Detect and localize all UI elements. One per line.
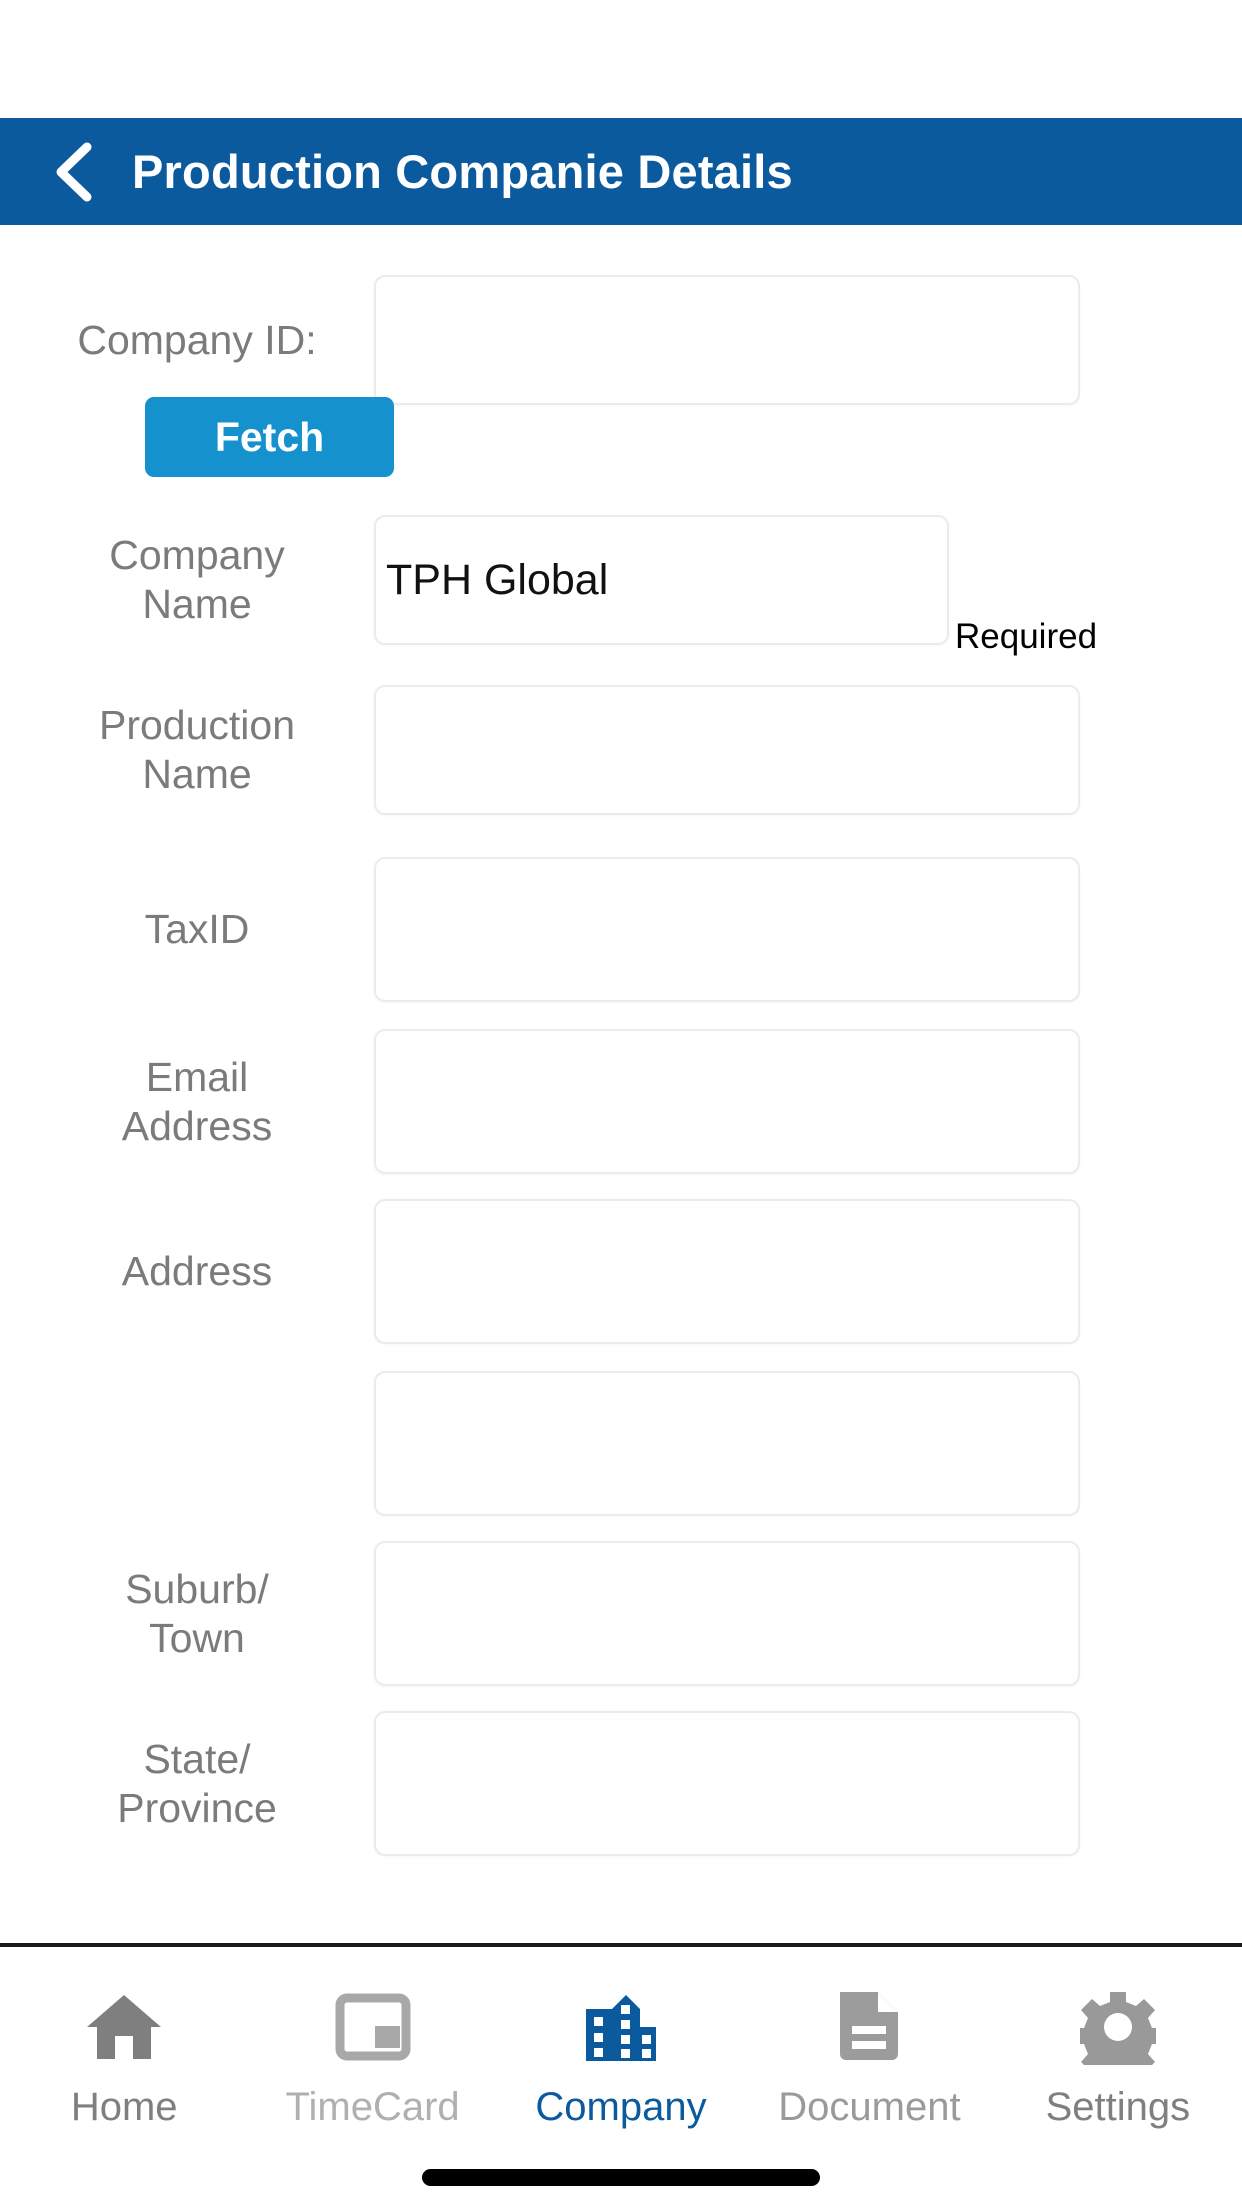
label-email-line2: Address xyxy=(121,1102,273,1149)
field-row-state: State/ Province xyxy=(34,1711,1080,1856)
back-button[interactable] xyxy=(0,118,150,225)
tab-timecard[interactable]: TimeCard xyxy=(248,1947,496,2137)
tab-company[interactable]: Company xyxy=(497,1947,745,2137)
page-title: Production Companie Details xyxy=(132,145,793,198)
tab-timecard-label: TimeCard xyxy=(285,2085,460,2129)
field-row-email: Email Address xyxy=(34,1029,1080,1174)
label-suburb-line1: Suburb/ xyxy=(125,1565,269,1612)
field-row-taxid: TaxID xyxy=(34,857,1080,1002)
home-indicator xyxy=(422,2169,820,2186)
field-row-address-2 xyxy=(34,1371,1080,1516)
fetch-button[interactable]: Fetch xyxy=(145,397,394,477)
tab-settings-label: Settings xyxy=(1045,2085,1191,2129)
tab-document[interactable]: Document xyxy=(745,1947,993,2137)
label-taxid: TaxID xyxy=(144,906,250,952)
label-state-line2: Province xyxy=(117,1784,277,1831)
tab-home[interactable]: Home xyxy=(0,1947,248,2137)
label-email-address: Email Address xyxy=(34,1053,374,1151)
label-company-id: Company ID: xyxy=(77,316,317,363)
input-production-name[interactable] xyxy=(374,685,1080,815)
field-row-address: Address xyxy=(34,1199,1080,1344)
label-production-name: Production Name xyxy=(34,701,374,799)
input-email-address[interactable] xyxy=(374,1029,1080,1174)
app-root: Production Companie Details Company ID: … xyxy=(0,0,1242,2208)
status-bar xyxy=(0,0,1242,118)
timecard-icon xyxy=(335,1987,411,2067)
field-row-suburb: Suburb/ Town xyxy=(34,1541,1080,1686)
input-company-name[interactable]: TPH Global xyxy=(374,515,949,645)
input-suburb-town[interactable] xyxy=(374,1541,1080,1686)
field-row-company-name: Company Name TPH Global xyxy=(34,515,949,645)
tab-settings[interactable]: Settings xyxy=(994,1947,1242,2137)
input-company-name-value: TPH Global xyxy=(386,555,609,604)
label-production-name-line2: Name xyxy=(142,751,252,797)
chevron-left-icon xyxy=(56,142,92,201)
gear-icon xyxy=(1079,1987,1156,2067)
label-state-line1: State/ xyxy=(143,1735,251,1782)
input-taxid[interactable] xyxy=(374,857,1080,1002)
document-icon xyxy=(834,1987,904,2067)
building-icon xyxy=(582,1987,660,2067)
label-address: Address xyxy=(121,1248,273,1294)
label-company-name-line1: Company xyxy=(109,532,285,578)
input-address-line1[interactable] xyxy=(374,1199,1080,1344)
input-state-province[interactable] xyxy=(374,1711,1080,1856)
label-company-name-line2: Name xyxy=(142,581,252,627)
tab-company-label: Company xyxy=(535,2085,707,2129)
label-production-name-line1: Production xyxy=(98,702,295,748)
tab-document-label: Document xyxy=(778,2085,961,2129)
required-note: Required xyxy=(955,617,1098,656)
bottom-tabbar: Home TimeCard Company Document Settings xyxy=(0,1947,1242,2208)
label-state-province: State/ Province xyxy=(34,1735,374,1833)
tab-home-label: Home xyxy=(70,2085,178,2129)
label-suburb-line2: Town xyxy=(149,1614,245,1661)
label-company-name: Company Name xyxy=(34,531,374,629)
form-scroll-area[interactable]: Company ID: Fetch Company Name TPH Globa… xyxy=(0,225,1242,1943)
label-suburb-town: Suburb/ Town xyxy=(34,1565,374,1663)
input-company-id[interactable] xyxy=(374,275,1080,405)
field-row-production-name: Production Name xyxy=(34,685,1080,815)
input-address-line2[interactable] xyxy=(374,1371,1080,1516)
field-row-company-id: Company ID: xyxy=(34,275,1080,405)
label-email-line1: Email xyxy=(145,1053,249,1100)
page-header: Production Companie Details xyxy=(0,118,1242,225)
home-icon xyxy=(85,1987,163,2067)
